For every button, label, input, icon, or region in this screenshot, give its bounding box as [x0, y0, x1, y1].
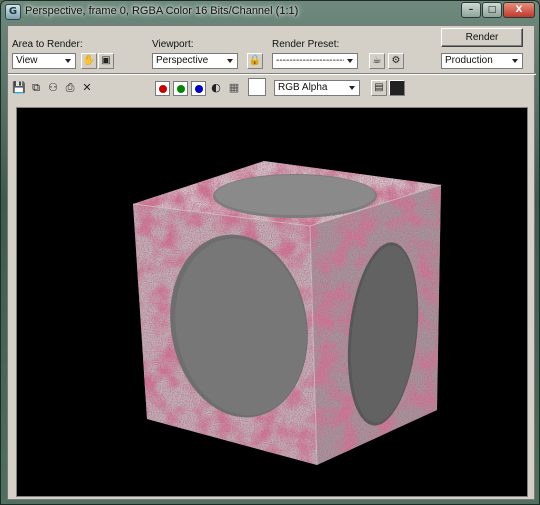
- viewport-label: Viewport:: [152, 39, 194, 50]
- rendered-cube-image: [132, 161, 442, 466]
- toolbar-separator: [8, 73, 536, 75]
- viewport-select[interactable]: Perspective: [152, 53, 238, 69]
- blue-channel-toggle[interactable]: [191, 81, 206, 96]
- minimize-button[interactable]: –: [461, 2, 481, 18]
- print-icon[interactable]: ⎙: [62, 80, 78, 96]
- maximize-button[interactable]: □: [482, 2, 502, 18]
- green-channel-toggle[interactable]: [173, 81, 188, 96]
- render-button[interactable]: Render: [441, 28, 523, 47]
- area-to-render-label: Area to Render:: [12, 39, 83, 50]
- gear-icon[interactable]: ⚙: [388, 53, 404, 69]
- client-area: Area to Render: Viewport: Render Preset:…: [7, 25, 536, 500]
- red-channel-toggle[interactable]: [155, 81, 170, 96]
- chevron-down-icon: [344, 54, 357, 68]
- region-icon[interactable]: ▣: [98, 53, 114, 69]
- red-dot-icon: [159, 85, 167, 93]
- clone-icon[interactable]: ⚇: [45, 80, 61, 96]
- lock-icon[interactable]: 🔒: [247, 53, 263, 69]
- blue-dot-icon: [195, 85, 203, 93]
- mono-icon[interactable]: ▦: [226, 80, 242, 96]
- app-icon: G: [5, 4, 21, 20]
- display-channel-select[interactable]: RGB Alpha: [274, 80, 360, 96]
- render-viewport[interactable]: [16, 107, 528, 497]
- close-button[interactable]: X: [503, 2, 535, 18]
- render-preset-select[interactable]: --------------------------: [272, 53, 358, 69]
- render-mode-select[interactable]: Production: [441, 53, 523, 69]
- cube-front-face: [133, 204, 317, 465]
- title-bar[interactable]: G Perspective, frame 0, RGBA Color 16 Bi…: [1, 1, 540, 25]
- chevron-down-icon: [509, 54, 522, 68]
- render-mode-value: Production: [445, 55, 493, 66]
- area-to-render-select[interactable]: View: [12, 53, 76, 69]
- green-dot-icon: [177, 85, 185, 93]
- window-title: Perspective, frame 0, RGBA Color 16 Bits…: [25, 5, 299, 17]
- render-preset-label: Render Preset:: [272, 39, 340, 50]
- cube-right-face: [310, 185, 441, 465]
- copy-icon[interactable]: ⧉: [28, 80, 44, 96]
- teapot-render-icon[interactable]: ☕: [369, 53, 385, 69]
- area-to-render-value: View: [16, 55, 38, 66]
- color-swatch[interactable]: [248, 78, 266, 96]
- chevron-down-icon: [346, 81, 359, 95]
- alpha-toggle-icon[interactable]: ◐: [208, 80, 224, 96]
- display-icon[interactable]: [389, 80, 405, 96]
- render-frame-window: G Perspective, frame 0, RGBA Color 16 Bi…: [0, 0, 540, 505]
- hand-icon[interactable]: ✋: [81, 53, 97, 69]
- clear-icon[interactable]: ✕: [79, 80, 95, 96]
- chevron-down-icon: [62, 54, 75, 68]
- viewport-value: Perspective: [156, 55, 209, 66]
- save-icon[interactable]: 💾: [11, 80, 27, 96]
- frame-icon[interactable]: ▤: [371, 80, 387, 96]
- chevron-down-icon: [224, 54, 237, 68]
- display-channel-value: RGB Alpha: [278, 82, 328, 93]
